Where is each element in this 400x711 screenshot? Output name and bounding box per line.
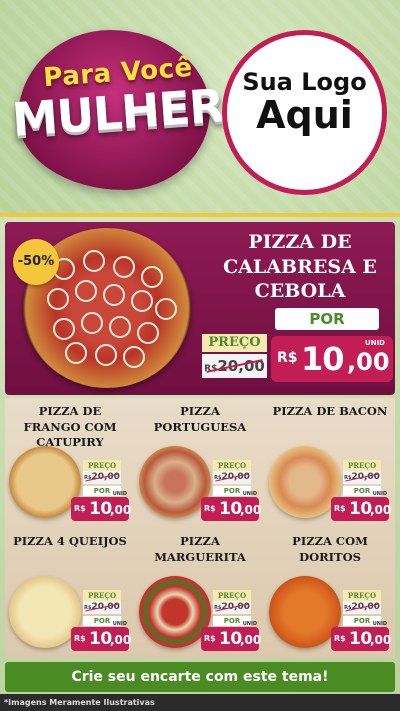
featured-offer: -50% PIZZA DE CALABRESA E CEBOLA POR PRE…: [5, 222, 395, 395]
por-label: POR: [275, 308, 379, 330]
product-card: PIZZA MARGUERITA PREÇO R$20,00 POR R$10,…: [135, 528, 265, 658]
product-card: PIZZA DE BACON PREÇO R$20,00 POR R$10,00…: [265, 398, 395, 528]
new-price: R$ 10,00 UNID: [71, 621, 131, 651]
preco-label: PREÇO: [83, 460, 121, 471]
preco-label: PREÇO: [202, 334, 267, 352]
new-price: R$ 10,00 UNID: [331, 491, 391, 521]
logo-line1: Sua Logo: [242, 68, 367, 96]
new-price: R$ 10,00 UNID: [331, 621, 391, 651]
discount-badge: -50%: [13, 239, 59, 285]
old-price-box: PREÇO R$20,00: [202, 334, 267, 380]
preco-label: PREÇO: [213, 590, 251, 601]
product-name: PIZZA DE FRANGO COM CATUPIRY: [23, 404, 117, 450]
new-price: R$ 10,00 UNID: [201, 491, 261, 521]
preco-label: PREÇO: [343, 460, 381, 471]
product-name: PIZZA 4 QUEIJOS: [13, 534, 127, 548]
preco-label: PREÇO: [213, 460, 251, 471]
product-name: PIZZA DE BACON: [272, 404, 388, 418]
cta-banner[interactable]: Crie seu encarte com este tema!: [5, 662, 395, 692]
product-card: PIZZA DE FRANGO COM CATUPIRY PREÇO R$20,…: [5, 398, 135, 528]
product-name: PIZZA COM DORITOS: [292, 534, 368, 564]
disclaimer: *Imagens Meramente Ilustrativas: [0, 694, 400, 711]
products-grid: PIZZA DE FRANGO COM CATUPIRY PREÇO R$20,…: [5, 398, 395, 658]
new-price: R$ 10 ,00 UNID: [271, 336, 393, 382]
logo-placeholder: Sua Logo Aqui: [222, 30, 387, 195]
header-divider: [0, 213, 400, 217]
product-card: PIZZA 4 QUEIJOS PREÇO R$20,00 POR R$10,0…: [5, 528, 135, 658]
flyer: Para Você MULHER Sua Logo Aqui -50% PIZZ…: [0, 0, 400, 711]
preco-label: PREÇO: [343, 590, 381, 601]
preco-label: PREÇO: [83, 590, 121, 601]
header: Para Você MULHER Sua Logo Aqui: [0, 0, 400, 215]
product-name: PIZZA PORTUGUESA: [153, 404, 247, 434]
product-card: PIZZA COM DORITOS PREÇO R$20,00 POR R$10…: [265, 528, 395, 658]
new-price: R$ 10,00 UNID: [201, 621, 261, 651]
product-card: PIZZA PORTUGUESA PREÇO R$20,00 POR R$10,…: [135, 398, 265, 528]
featured-title: PIZZA DE CALABRESA E CEBOLA: [223, 231, 377, 303]
new-price: R$ 10,00 UNID: [71, 491, 131, 521]
product-name: PIZZA MARGUERITA: [154, 534, 246, 564]
logo-line2: Aqui: [256, 93, 353, 138]
